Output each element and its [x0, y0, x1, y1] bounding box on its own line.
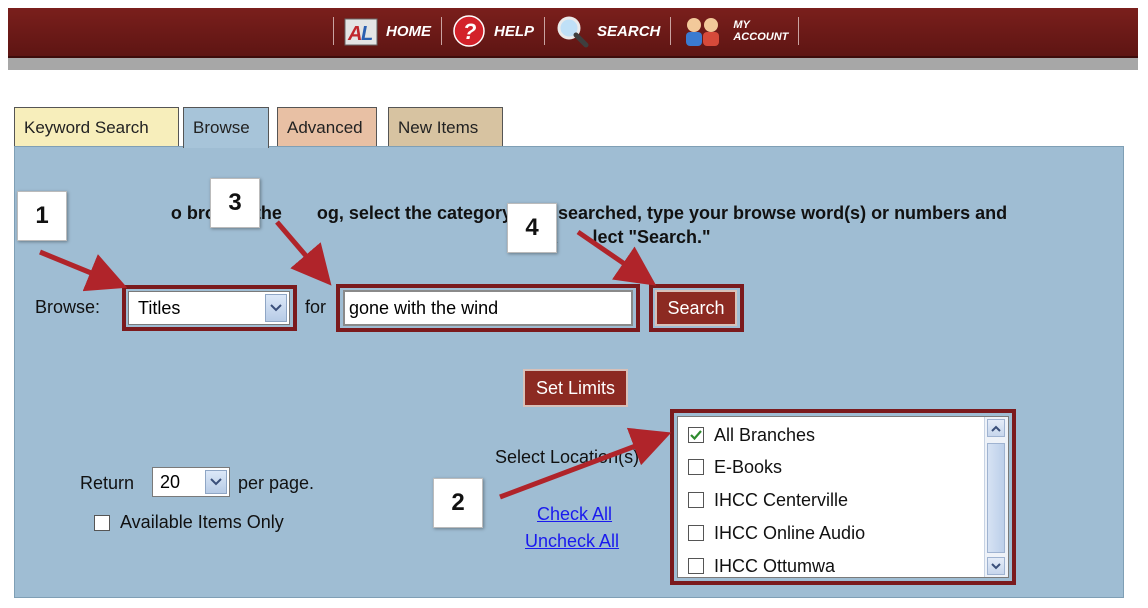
- search-icon: [555, 14, 589, 48]
- nav-account-label: ACCOUNT: [733, 31, 789, 43]
- highlight-box-locations: [670, 409, 1016, 585]
- highlight-box-query: [336, 284, 640, 332]
- check-all-link[interactable]: Check All: [537, 504, 612, 525]
- instructions-line-1: o browse the og, select the category t s…: [170, 203, 1008, 223]
- tab-new-items[interactable]: New Items: [388, 107, 503, 147]
- account-icon: [681, 14, 725, 48]
- nav-search[interactable]: SEARCH: [555, 14, 660, 48]
- browse-label: Browse:: [35, 297, 101, 317]
- instructions-line-2: click lect "Search.": [517, 227, 711, 247]
- nav-my-label: MY: [733, 19, 750, 31]
- nav-separator: [333, 17, 334, 45]
- select-location-label: Select Location(s):: [495, 447, 645, 467]
- nav-home[interactable]: AL HOME: [344, 14, 431, 48]
- gray-divider-bar: [8, 58, 1138, 70]
- highlight-box-category: [122, 285, 297, 331]
- nav-separator: [670, 17, 672, 45]
- available-items-label: Available Items Only: [120, 512, 284, 532]
- nav-my-account-label: MY ACCOUNT: [733, 19, 788, 43]
- help-icon: ?: [452, 14, 486, 48]
- instructions-text: o browse the og, select the category t s…: [0, 201, 1148, 249]
- nav-separator: [798, 17, 800, 45]
- home-icon: AL: [344, 14, 378, 48]
- per-page-select[interactable]: 20: [152, 467, 230, 497]
- tab-browse[interactable]: Browse: [183, 107, 269, 148]
- highlight-box-search: [649, 284, 744, 332]
- nav-separator: [544, 17, 546, 45]
- callout-1: 1: [17, 191, 67, 241]
- nav-my-account[interactable]: MY ACCOUNT: [681, 14, 788, 48]
- for-label: for: [305, 297, 327, 317]
- nav-home-label: HOME: [386, 22, 431, 40]
- per-page-value: 20: [160, 472, 181, 492]
- available-items-only[interactable]: Available Items Only: [94, 512, 284, 533]
- nav-separator: [441, 17, 442, 45]
- callout-2: 2: [433, 478, 483, 528]
- nav-menu: AL HOME ? HELP SEARCH MY ACCOUNT: [323, 14, 809, 48]
- callout-3: 3: [210, 178, 260, 228]
- top-nav-bar: AL HOME ? HELP SEARCH MY ACCOUNT: [8, 8, 1138, 58]
- per-page-label: per page.: [238, 473, 315, 493]
- return-label: Return: [80, 473, 135, 493]
- nav-help[interactable]: ? HELP: [452, 14, 534, 48]
- tab-keyword-search[interactable]: Keyword Search: [14, 107, 179, 147]
- nav-help-label: HELP: [494, 22, 535, 40]
- set-limits-button[interactable]: Set Limits: [523, 369, 628, 407]
- uncheck-all-link[interactable]: Uncheck All: [525, 531, 619, 552]
- svg-text:?: ?: [463, 19, 476, 44]
- svg-text:L: L: [361, 23, 373, 45]
- callout-4: 4: [507, 203, 557, 253]
- nav-search-label: SEARCH: [597, 22, 661, 40]
- chevron-down-icon[interactable]: [205, 470, 227, 494]
- tab-advanced[interactable]: Advanced: [277, 107, 377, 147]
- available-items-checkbox[interactable]: [94, 514, 110, 531]
